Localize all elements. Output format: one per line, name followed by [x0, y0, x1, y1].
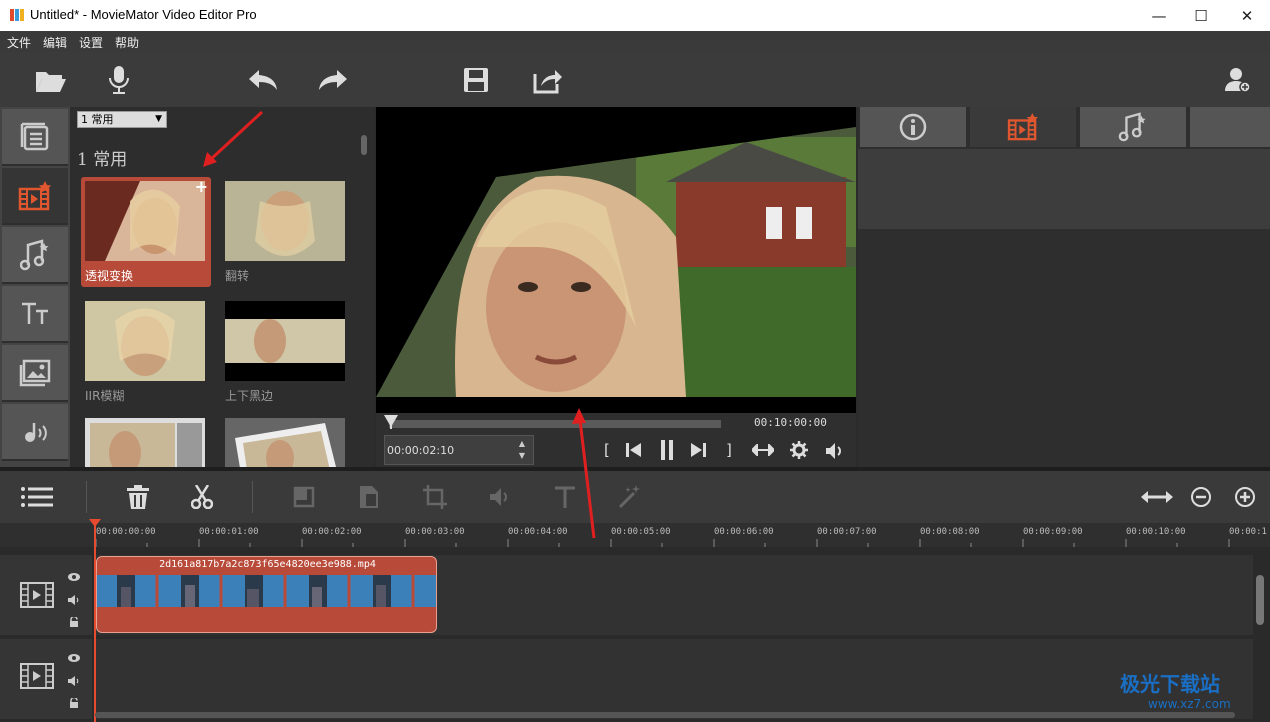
- watermark-url: www.xz7.com: [1148, 697, 1231, 711]
- watermark-name: 极光下载站: [1120, 672, 1220, 696]
- annotation-arrows: [203, 110, 596, 539]
